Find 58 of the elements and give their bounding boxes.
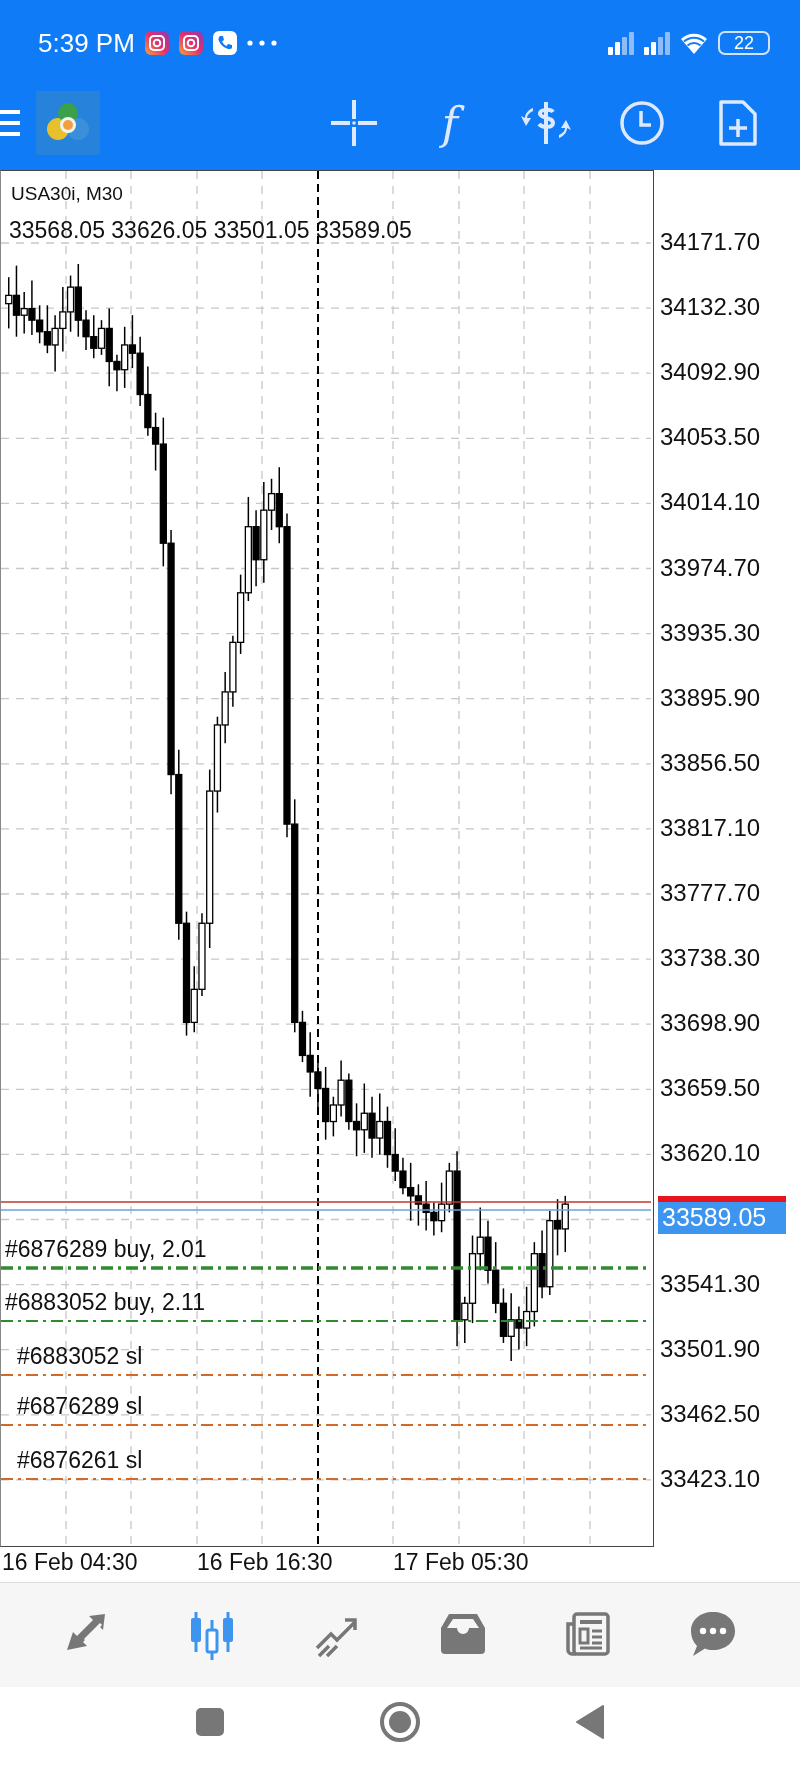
- menu-icon: [0, 108, 20, 138]
- price-label: 33895.90: [660, 683, 761, 712]
- candle: [522, 1286, 531, 1347]
- price-label: 33659.50: [660, 1074, 761, 1103]
- price-label: 34092.90: [660, 358, 761, 387]
- clock-icon: [619, 100, 665, 146]
- candle: [66, 274, 75, 333]
- candlestick-icon: [188, 1610, 236, 1660]
- ohlc-values: 33568.05 33626.05 33501.05 33589.05: [9, 217, 412, 244]
- camera-app-icon: [144, 31, 169, 55]
- time-label: 16 Feb 16:30: [197, 1549, 333, 1576]
- battery-level: 22: [718, 31, 770, 55]
- price-label: 33698.90: [660, 1009, 761, 1038]
- price-label: 33462.50: [660, 1399, 761, 1428]
- price-label: 34132.30: [660, 293, 761, 322]
- camera-app-icon: [178, 31, 203, 55]
- dollar-arrows-icon: [519, 100, 573, 146]
- order-label: #6876289 buy, 2.01: [5, 1236, 207, 1263]
- time-label: 17 Feb 05:30: [393, 1549, 529, 1576]
- order-label: #6883052 buy, 2.11: [5, 1289, 205, 1316]
- candle: [383, 1105, 392, 1169]
- home-icon: [379, 1701, 421, 1743]
- candle: [499, 1287, 508, 1344]
- time-label: 16 Feb 04:30: [2, 1549, 138, 1576]
- order-label: #6883052 sl: [17, 1343, 143, 1370]
- order-label: #6876261 sl: [17, 1447, 143, 1474]
- signal-icon: [644, 31, 670, 55]
- candle: [43, 304, 52, 354]
- back-icon: [575, 1705, 605, 1739]
- wifi-icon: [680, 31, 708, 55]
- candle: [128, 314, 137, 369]
- candle: [352, 1102, 361, 1157]
- price-label: 34053.50: [660, 423, 761, 452]
- price-label: 33620.10: [660, 1139, 761, 1168]
- current-price-label: 33589.05: [658, 1196, 786, 1234]
- price-label: 33974.70: [660, 553, 761, 582]
- square-icon: [195, 1707, 225, 1737]
- more-icon: [246, 40, 277, 46]
- price-label: 33817.10: [660, 813, 761, 842]
- crosshair-icon: [331, 100, 377, 146]
- chart-symbol: USA30i, M30: [11, 183, 123, 205]
- indicators-button[interactable]: f: [402, 88, 498, 158]
- price-label: 33738.30: [660, 944, 761, 973]
- price-label: 33856.50: [660, 748, 761, 777]
- price-label: 34171.70: [660, 228, 761, 256]
- price-label: 33423.10: [660, 1464, 761, 1493]
- signal-icon: [608, 31, 634, 55]
- price-label: 33501.90: [660, 1334, 761, 1363]
- phone-icon: [212, 31, 237, 55]
- price-label: 33541.30: [660, 1269, 761, 1298]
- add-document-icon: [718, 99, 758, 147]
- app-logo: [36, 91, 100, 155]
- candle: [414, 1183, 423, 1227]
- price-label: 33935.30: [660, 618, 761, 647]
- order-label: #6876289 sl: [17, 1393, 143, 1420]
- clock-time: 5:39 PM: [38, 27, 135, 59]
- price-label: 34014.10: [660, 488, 761, 517]
- price-label: 33777.70: [660, 879, 761, 907]
